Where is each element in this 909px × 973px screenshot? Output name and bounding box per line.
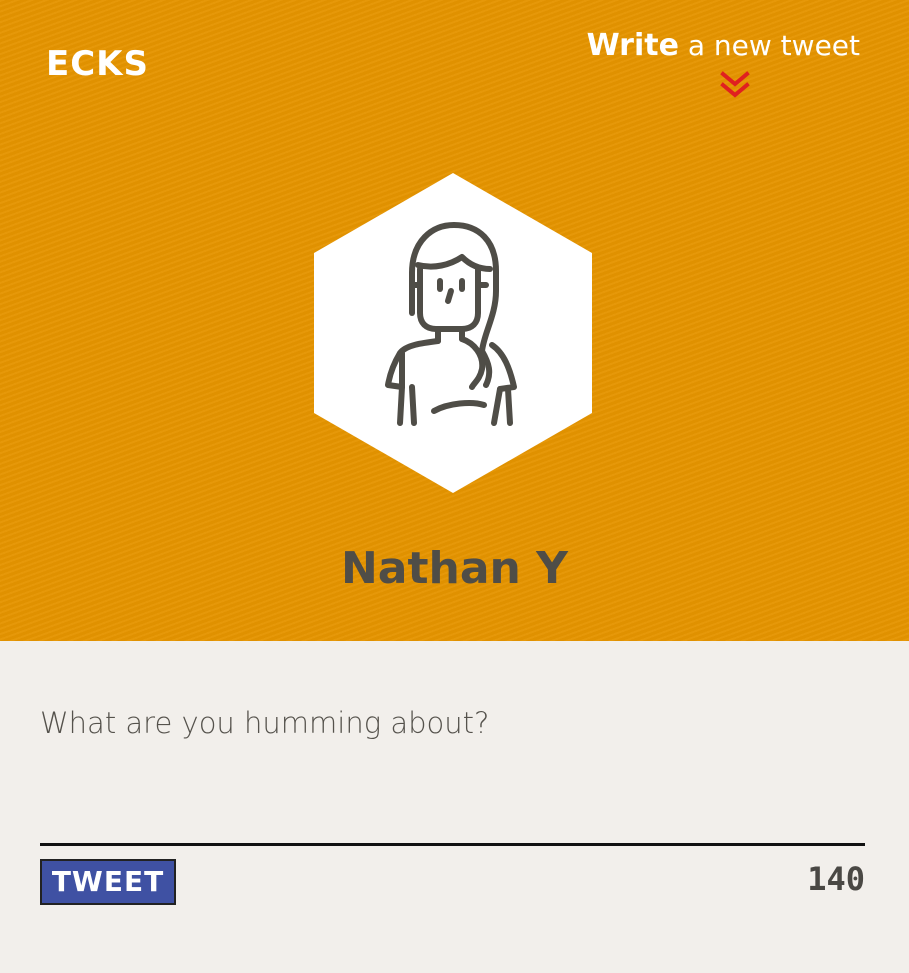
write-label-strong: Write	[586, 28, 679, 63]
logo[interactable]: ECKS	[46, 44, 149, 84]
tweet-composer-input[interactable]	[40, 700, 865, 846]
write-new-tweet-link[interactable]: Write a new tweet	[587, 26, 860, 66]
write-label-rest: a new tweet	[678, 29, 860, 62]
profile-name: Nathan Y	[340, 543, 569, 594]
chevron-double-down-icon[interactable]	[720, 70, 750, 100]
tweet-button[interactable]: TWEET	[40, 859, 176, 905]
character-counter: 140	[807, 860, 865, 898]
avatar	[314, 173, 592, 493]
profile-header: ECKS Write a new tweet Nathan Y	[0, 0, 909, 641]
person-avatar-icon	[314, 173, 592, 493]
